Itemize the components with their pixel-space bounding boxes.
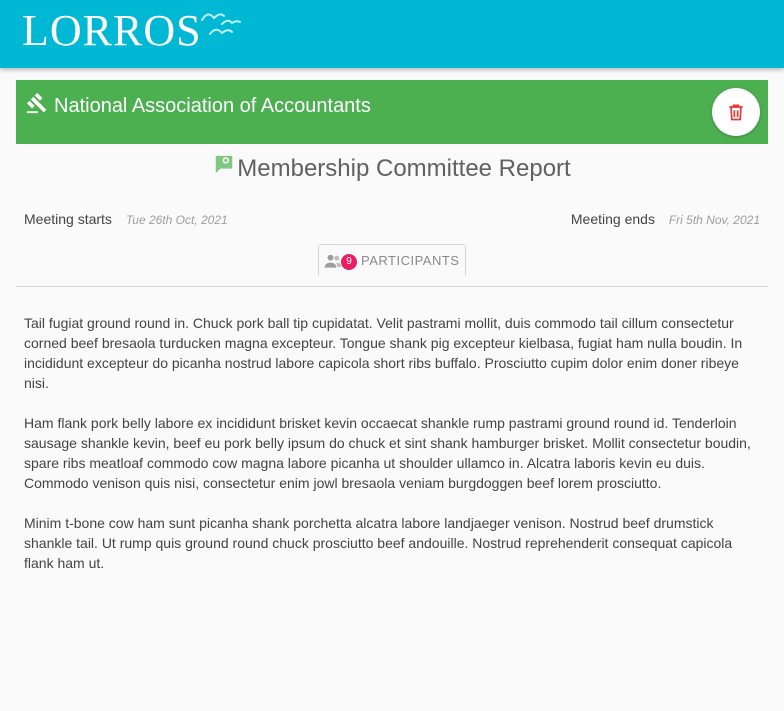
participants-tab[interactable]: 9 PARTICIPANTS bbox=[318, 244, 466, 276]
meeting-end: Meeting ends Fri 5th Nov, 2021 bbox=[571, 210, 760, 229]
meeting-start: Meeting starts Tue 26th Oct, 2021 bbox=[24, 210, 228, 229]
divider bbox=[16, 286, 768, 287]
app-header: LORROS bbox=[0, 0, 784, 68]
people-icon bbox=[324, 254, 342, 268]
trash-icon bbox=[729, 104, 743, 121]
comment-icon bbox=[216, 155, 233, 174]
gavel-icon bbox=[26, 92, 47, 114]
meeting-start-label: Meeting starts bbox=[24, 211, 112, 227]
paragraph: Tail fugiat ground round in. Chuck pork … bbox=[24, 315, 743, 391]
paragraph: Ham flank pork belly labore ex incididun… bbox=[24, 415, 751, 491]
report-body: Tail fugiat ground round in. Chuck pork … bbox=[24, 313, 764, 593]
participants-label: PARTICIPANTS bbox=[361, 253, 460, 268]
organization-name: National Association of Accountants bbox=[54, 95, 371, 117]
organization-bar: National Association of Accountants bbox=[16, 80, 768, 144]
report-title: Membership Committee Report bbox=[237, 155, 571, 182]
meeting-end-date: Fri 5th Nov, 2021 bbox=[668, 213, 760, 227]
delete-button[interactable] bbox=[712, 88, 760, 136]
meeting-end-label: Meeting ends bbox=[570, 211, 655, 227]
meeting-start-date: Tue 26th Oct, 2021 bbox=[125, 213, 228, 227]
paragraph: Minim t-bone cow ham sunt picanha shank … bbox=[24, 515, 733, 571]
birds-icon bbox=[200, 13, 241, 35]
logo-text: LORROS bbox=[22, 6, 202, 55]
report-header: Membership Committee Report bbox=[0, 152, 784, 186]
lorros-logo[interactable]: LORROS bbox=[22, 6, 242, 56]
participants-count-badge: 9 bbox=[341, 253, 357, 270]
